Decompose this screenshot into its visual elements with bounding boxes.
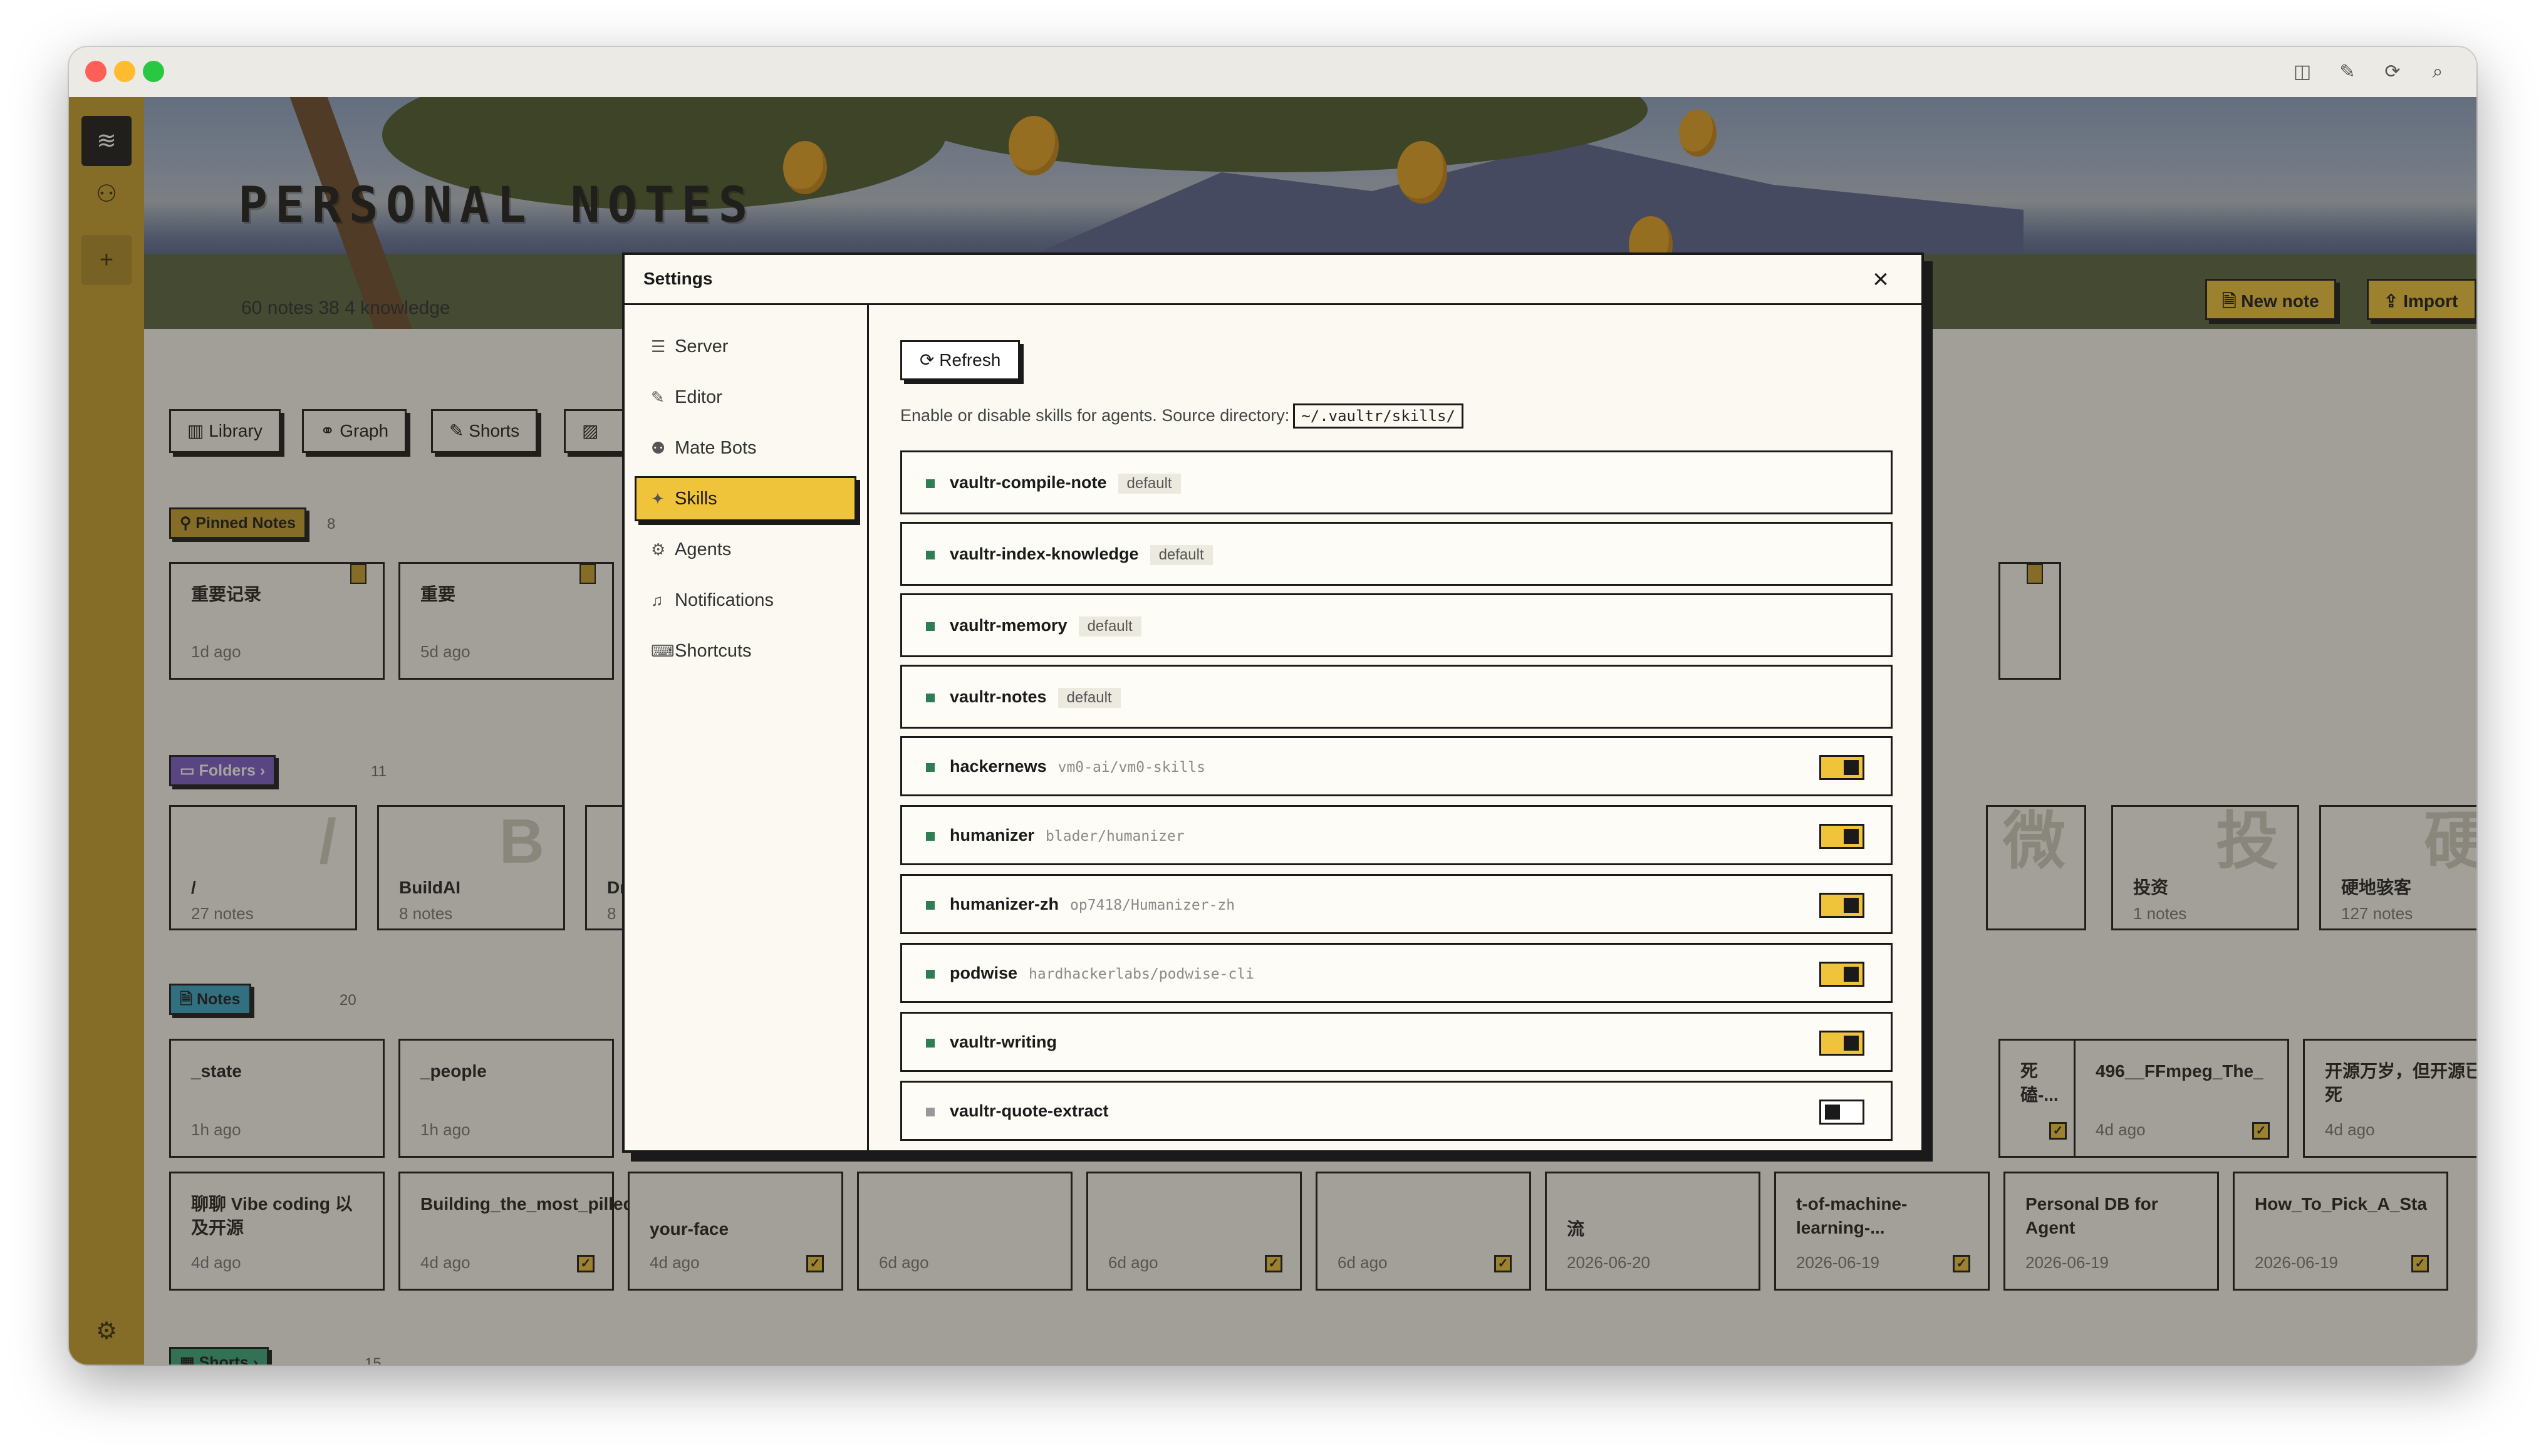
default-badge: default: [1150, 545, 1213, 565]
agent-icon: ⚙: [651, 540, 666, 559]
skills-panel: ⟳ Refresh Enable or disable skills for a…: [869, 305, 1921, 1150]
refresh-button[interactable]: ⟳ Refresh: [900, 340, 1021, 380]
settings-header: Settings ×: [625, 255, 1921, 305]
skill-source: hardhackerlabs/podwise-cli: [1029, 966, 1255, 982]
skill-source: blader/humanizer: [1046, 828, 1185, 845]
skill-name: podwise: [950, 964, 1018, 982]
nav-item-server[interactable]: ☰ Server: [635, 324, 856, 369]
sidebar-toggle-icon[interactable]: ◫: [2290, 60, 2315, 85]
title-bar: ◫ ✎ ⟳ ⌕: [69, 47, 2476, 97]
source-directory: ~/.vaultr/skills/: [1293, 403, 1463, 429]
zoom-window-button[interactable]: [143, 61, 164, 82]
sparkle-icon: ✦: [651, 489, 665, 508]
settings-title: Settings: [643, 269, 713, 288]
skill-row[interactable]: vaultr-index-knowledge default: [900, 522, 1893, 586]
default-badge: default: [1057, 688, 1121, 708]
app-window: ◫ ✎ ⟳ ⌕ ≋ ⚇ + ⚙ PERSONAL NOTES 60 notes …: [69, 47, 2476, 1365]
default-badge: default: [1118, 474, 1181, 494]
status-dot: [926, 479, 935, 488]
skill-name: hackernews: [950, 757, 1047, 776]
skill-name: vaultr-memory: [950, 616, 1068, 635]
status-dot: [926, 901, 935, 910]
skill-source: vm0-ai/vm0-skills: [1057, 759, 1205, 776]
bot-icon: ⚉: [651, 439, 666, 457]
nav-label: Editor: [675, 387, 722, 407]
keyboard-icon: ⌨: [651, 642, 675, 660]
search-icon[interactable]: ⌕: [2425, 60, 2450, 85]
skill-row[interactable]: humanizer blader/humanizer: [900, 805, 1893, 865]
status-dot: [926, 970, 935, 979]
status-dot: [926, 1108, 935, 1116]
skill-toggle[interactable]: [1819, 1100, 1864, 1125]
pen-icon[interactable]: ✎: [2335, 60, 2360, 85]
sync-icon[interactable]: ⟳: [2380, 60, 2405, 85]
status-dot: [926, 694, 935, 702]
nav-label: Server: [675, 336, 729, 356]
nav-item-skills[interactable]: ✦ Skills: [635, 476, 856, 521]
skill-row[interactable]: vaultr-notes default: [900, 665, 1893, 729]
description-text: Enable or disable skills for agents. Sou…: [900, 406, 1290, 425]
skill-name: humanizer: [950, 826, 1035, 845]
nav-item-shortcuts[interactable]: ⌨Shortcuts: [635, 628, 856, 673]
refresh-label: Refresh: [939, 350, 1001, 370]
skill-row[interactable]: hackernews vm0-ai/vm0-skills: [900, 736, 1893, 796]
bell-icon: ♫: [651, 591, 663, 610]
nav-item-mate-bots[interactable]: ⚉ Mate Bots: [635, 425, 856, 471]
pencil-icon: ✎: [651, 388, 665, 407]
close-icon[interactable]: ×: [1865, 264, 1896, 295]
status-dot: [926, 832, 935, 841]
status-dot: [926, 763, 935, 772]
nav-label: Skills: [675, 489, 717, 509]
skill-toggle[interactable]: [1819, 962, 1864, 987]
skills-description: Enable or disable skills for agents. Sou…: [900, 403, 1463, 429]
skill-name: vaultr-index-knowledge: [950, 544, 1139, 563]
skill-row[interactable]: vaultr-memory default: [900, 593, 1893, 657]
close-window-button[interactable]: [85, 61, 107, 82]
nav-label: Shortcuts: [675, 641, 752, 661]
minimize-window-button[interactable]: [114, 61, 135, 82]
nav-item-notifications[interactable]: ♫ Notifications: [635, 578, 856, 623]
server-icon: ☰: [651, 337, 666, 356]
skill-row[interactable]: humanizer-zh op7418/Humanizer-zh: [900, 874, 1893, 934]
nav-label: Mate Bots: [675, 438, 757, 458]
skill-name: vaultr-notes: [950, 687, 1047, 706]
default-badge: default: [1078, 616, 1141, 637]
settings-nav: ☰ Server ✎ Editor ⚉ Mate Bots ✦ Skills ⚙ Agen…: [625, 305, 869, 1150]
skill-row[interactable]: vaultr-quote-extract: [900, 1081, 1893, 1141]
nav-item-agents[interactable]: ⚙ Agents: [635, 527, 856, 572]
skill-toggle[interactable]: [1819, 1031, 1864, 1056]
skill-toggle[interactable]: [1819, 893, 1864, 918]
nav-label: Notifications: [675, 590, 774, 610]
settings-dialog: Settings × ☰ Server ✎ Editor ⚉ Mate Bots ✦ S…: [622, 252, 1924, 1153]
skill-name: vaultr-compile-note: [950, 473, 1107, 492]
skill-name: vaultr-writing: [950, 1032, 1057, 1051]
status-dot: [926, 1039, 935, 1048]
skill-row[interactable]: vaultr-compile-note default: [900, 450, 1893, 514]
nav-item-editor[interactable]: ✎ Editor: [635, 375, 856, 420]
skill-row[interactable]: podwise hardhackerlabs/podwise-cli: [900, 943, 1893, 1003]
status-dot: [926, 551, 935, 559]
skill-name: vaultr-quote-extract: [950, 1101, 1109, 1120]
skill-toggle[interactable]: [1819, 824, 1864, 849]
skill-name: humanizer-zh: [950, 895, 1059, 913]
skill-toggle[interactable]: [1819, 755, 1864, 780]
skill-row[interactable]: vaultr-writing: [900, 1012, 1893, 1072]
status-dot: [926, 622, 935, 631]
skill-source: op7418/Humanizer-zh: [1070, 897, 1235, 913]
nav-label: Agents: [675, 539, 732, 559]
